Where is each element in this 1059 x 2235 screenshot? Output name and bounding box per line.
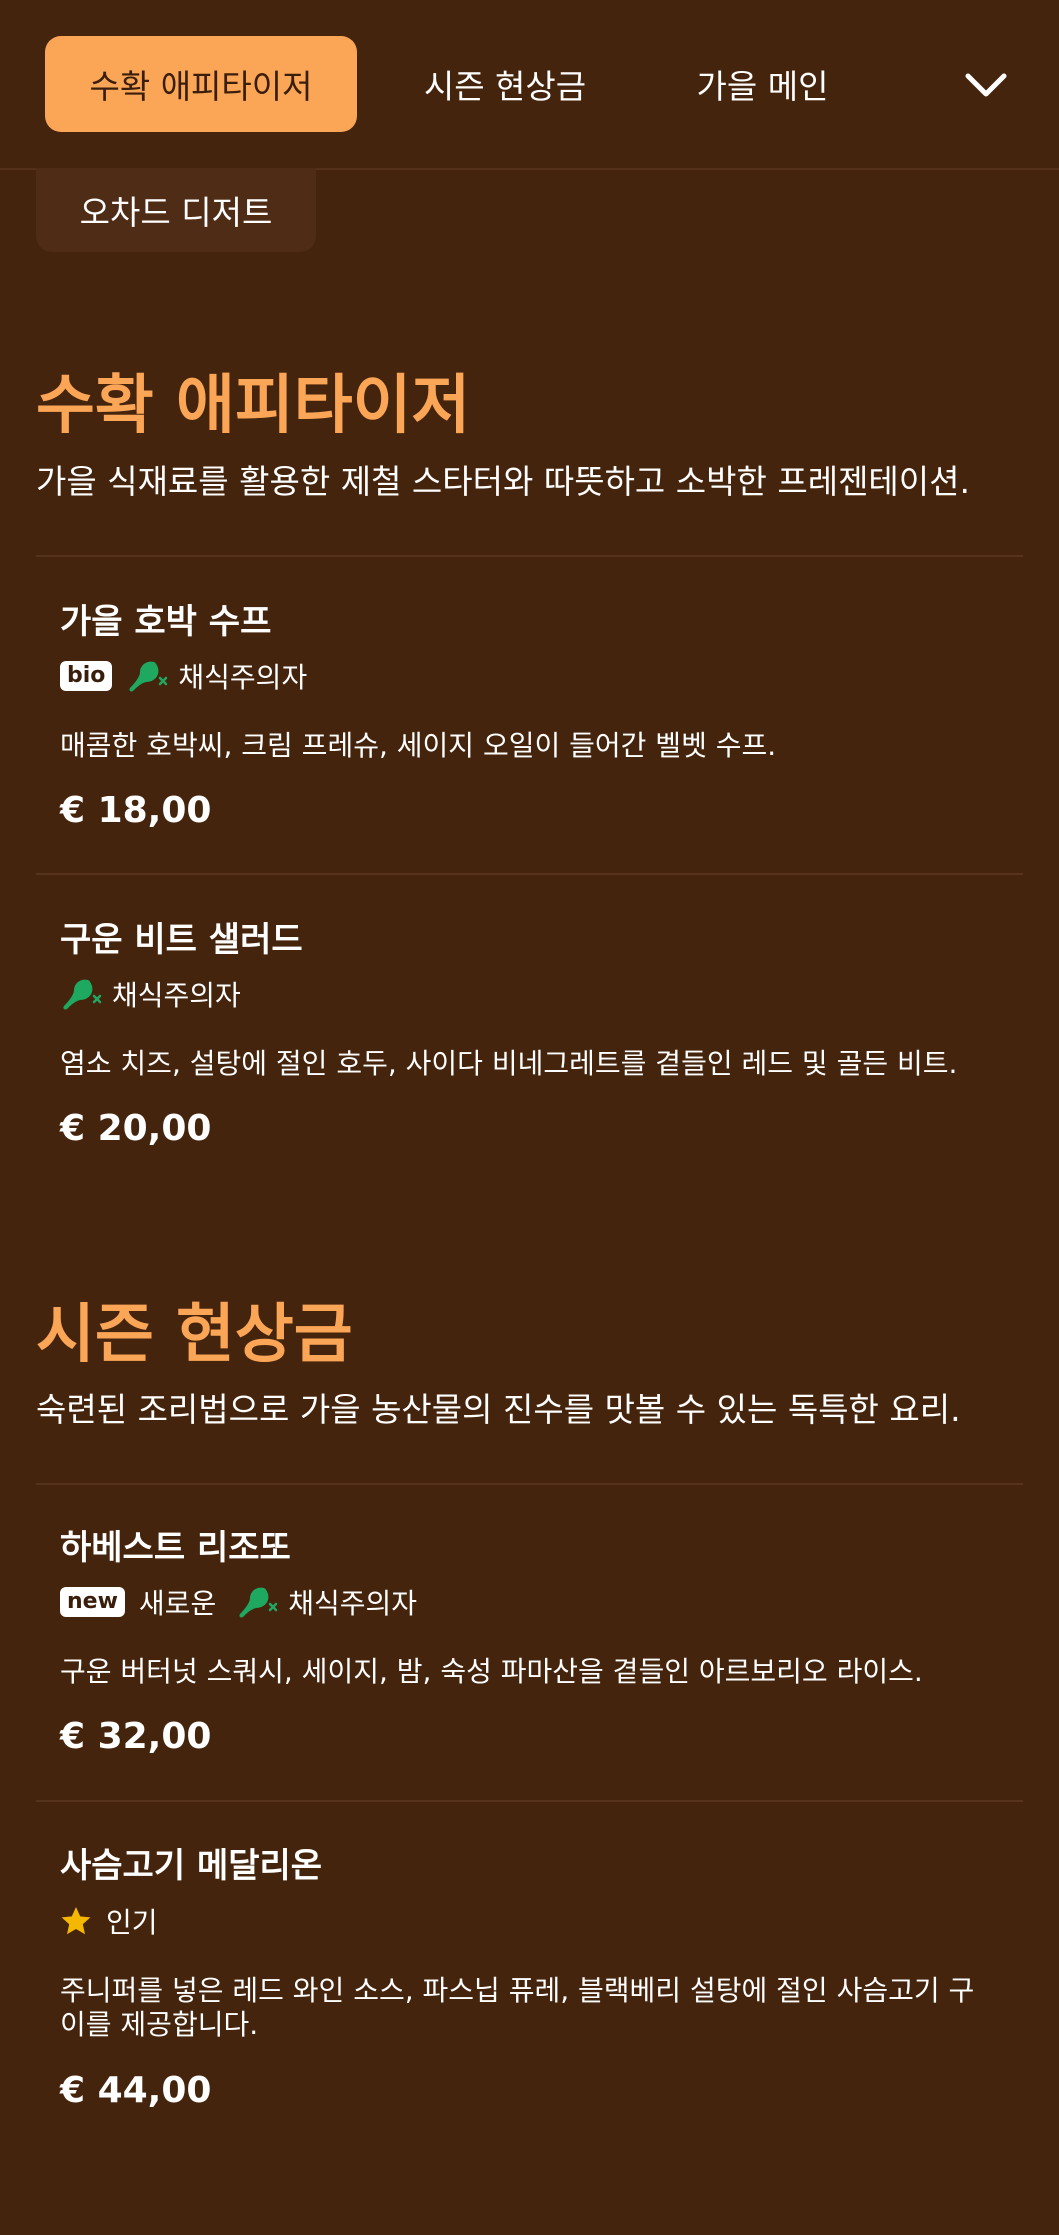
menu-item-price: € 18,00 — [60, 790, 212, 831]
vegetarian-icon — [63, 979, 102, 1010]
divider — [36, 1483, 1023, 1485]
vegetarian-label: 채식주의자 — [112, 979, 241, 1012]
menu-item-description: 염소 치즈, 설탕에 절인 호두, 사이다 비네그레트를 곁들인 레드 및 골든… — [60, 1047, 958, 1080]
tab-autumn-mains[interactable]: 가을 메인 — [660, 36, 865, 132]
category-nav: 수확 애피타이저 시즌 현상금 가을 메인 — [0, 0, 1059, 170]
vegetarian-icon — [239, 1587, 278, 1618]
menu-item-price: € 32,00 — [60, 1716, 212, 1757]
menu-item-description: 구운 버터넛 스쿼시, 세이지, 밤, 숙성 파마산을 곁들인 아르보리오 라이… — [60, 1655, 923, 1688]
item-tags: new 새로운 채식주의자 — [60, 1582, 437, 1622]
divider — [36, 555, 1023, 557]
tab-harvest-appetizers[interactable]: 수확 애피타이저 — [45, 36, 357, 132]
item-tags: 인기 — [60, 1901, 178, 1941]
section-title: 시즌 현상금 — [36, 1298, 353, 1372]
menu-item-name: 가을 호박 수프 — [60, 602, 272, 642]
section-description: 숙련된 조리법으로 가을 농산물의 진수를 맛볼 수 있는 독특한 요리. — [36, 1390, 961, 1429]
popular-label: 인기 — [106, 1906, 158, 1939]
section-description: 가을 식재료를 활용한 제철 스타터와 따뜻하고 소박한 프레젠테이션. — [36, 462, 970, 501]
tab-orchard-desserts[interactable]: 오차드 디저트 — [36, 168, 316, 252]
new-label: 새로운 — [138, 1587, 217, 1620]
new-badge: new — [60, 1587, 125, 1617]
menu-item-description: 매콤한 호박씨, 크림 프레슈, 세이지 오일이 들어간 벨벳 수프. — [60, 729, 777, 762]
menu-item-description: 주니퍼를 넣은 레드 와인 소스, 파스닙 퓨레, 블랙베리 설탕에 절인 사슴… — [60, 1974, 975, 2041]
vegetarian-label: 채식주의자 — [178, 661, 308, 694]
menu-item-name: 사슴고기 메달리온 — [60, 1846, 323, 1886]
vegetarian-label: 채식주의자 — [288, 1587, 418, 1620]
menu-item-price: € 20,00 — [60, 1108, 212, 1149]
chevron-down-icon[interactable] — [962, 62, 1010, 106]
bio-badge: bio — [60, 661, 113, 691]
vegetarian-icon — [129, 661, 168, 692]
divider — [36, 1800, 1023, 1802]
tab-seasonal-bounty[interactable]: 시즌 현상금 — [400, 36, 610, 132]
item-tags: bio 채식주의자 — [60, 656, 327, 696]
section-title: 수확 애피타이저 — [36, 369, 471, 443]
menu-item-price: € 44,00 — [60, 2070, 212, 2111]
star-icon — [61, 1907, 91, 1935]
menu-item-name: 구운 비트 샐러드 — [60, 920, 303, 960]
divider — [36, 873, 1023, 875]
item-tags: 채식주의자 — [60, 974, 261, 1014]
menu-item-name: 하베스트 리조또 — [60, 1528, 291, 1568]
